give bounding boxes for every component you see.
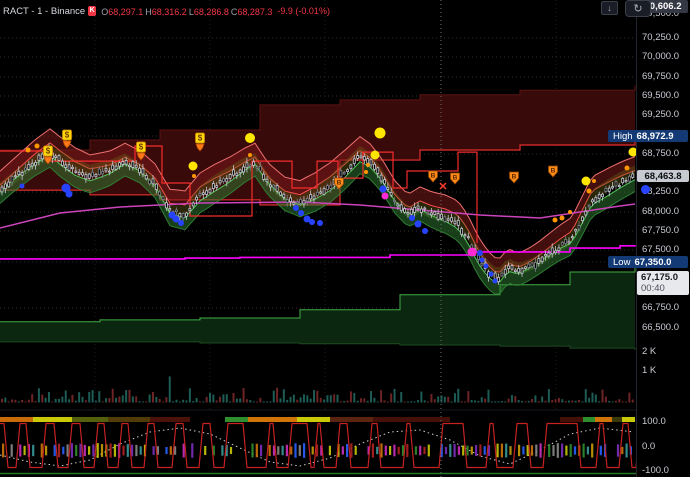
marker-dot (415, 221, 422, 228)
marker-dot (189, 162, 198, 171)
low-price-badge: Low67,350.0 (608, 256, 688, 268)
price-axis-label: 68,000.0 (642, 207, 679, 217)
marker-dot (298, 210, 304, 216)
price-axis-label: 100.0 (642, 417, 666, 427)
broker-flag-icon: K (88, 6, 96, 16)
svg-text:B: B (512, 174, 517, 181)
marker-dot (192, 174, 196, 178)
price-axis-label: -100.0 (642, 466, 669, 476)
price-axis-label: 68,750.0 (642, 149, 679, 159)
price-axis-label: 67,500.0 (642, 245, 679, 255)
svg-text:B: B (551, 168, 556, 175)
svg-text:B: B (431, 173, 436, 180)
price-axis-label: 70,250.0 (642, 33, 679, 43)
marker-dot (26, 148, 31, 153)
arrow-down-button[interactable]: ↓ (601, 1, 618, 15)
symbol-title[interactable]: RACT - 1 - Binance (3, 6, 85, 17)
marker-dot (35, 144, 40, 149)
marker-dot (480, 258, 485, 263)
price-axis-label: 66,500.0 (642, 323, 679, 333)
legend-change: -9.9 (-0.01%) (277, 6, 330, 16)
svg-text:$: $ (198, 134, 203, 143)
price-axis-label: 2 K (642, 347, 656, 357)
marker-dot (468, 248, 477, 257)
marker-dot (317, 220, 323, 226)
marker-dot (493, 279, 498, 284)
marker-dot (422, 228, 428, 234)
price-axis[interactable]: 70,500.070,250.070,000.069,750.069,500.0… (636, 0, 690, 477)
price-axis-label: 70,000.0 (642, 52, 679, 62)
ohlc-value: 68,316.2 (152, 7, 187, 17)
svg-text:B: B (453, 175, 458, 182)
marker-dot (477, 250, 483, 256)
marker-dot (553, 218, 558, 223)
marker-dot (366, 163, 370, 167)
price-axis-label: 69,750.0 (642, 72, 679, 82)
high-price-badge: High68,972.9 (608, 130, 688, 142)
marker-dot (568, 210, 572, 214)
svg-text:$: $ (46, 147, 51, 156)
marker-dot (382, 193, 389, 200)
marker-dot (587, 189, 592, 194)
svg-text:$: $ (65, 131, 70, 140)
price-axis-label: 67,750.0 (642, 226, 679, 236)
ohlc-value: 68,286.8 (194, 7, 229, 17)
marker-dot (178, 220, 184, 226)
marker-dot (371, 151, 380, 160)
marker-dot (489, 272, 494, 277)
marker-dot (375, 128, 386, 139)
marker-dot (629, 148, 637, 157)
marker-dot (293, 205, 299, 211)
cross-marker (440, 183, 446, 189)
price-axis-label: 66,750.0 (642, 303, 679, 313)
marker-dot (592, 179, 596, 183)
price-axis-label: 1 K (642, 366, 656, 376)
marker-dot (625, 166, 630, 171)
marker-dot (248, 153, 252, 157)
price-axis-label: 69,500.0 (642, 91, 679, 101)
marker-dot (582, 177, 591, 186)
price-axis-label: 69,250.0 (642, 110, 679, 120)
svg-text:B: B (337, 180, 342, 187)
marker-dot (20, 184, 25, 189)
price-axis-label: 0.0 (642, 442, 655, 452)
last-price-badge: 68,463.8 (637, 170, 689, 182)
trading-chart-window: $$$$BBBBB 70,500.070,250.070,000.069,750… (0, 0, 690, 477)
marker-dot (484, 264, 489, 269)
marker-dot (364, 170, 368, 174)
marker-dot (245, 133, 255, 143)
marker-dot (380, 186, 387, 193)
marker-dot (66, 191, 73, 198)
countdown-badge: 67,175.000:40 (637, 271, 689, 295)
chart-canvas[interactable]: $ $ $ $ B B B B B (0, 0, 636, 477)
marker-dot (309, 219, 315, 225)
marker-dot (641, 185, 650, 194)
marker-dot (409, 215, 415, 221)
ohlc-value: 68,287.3 (237, 7, 272, 17)
svg-text:$: $ (139, 143, 144, 152)
volume-bars (2, 376, 633, 402)
legend-ohlc: O68,297.1H68,316.2L68,286.8C68,287.3 (99, 2, 272, 20)
oscillator-pane (0, 410, 636, 474)
marker-dot (560, 216, 565, 221)
chart-legend: RACT - 1 - Binance K O68,297.1H68,316.2L… (3, 2, 330, 20)
reset-view-button[interactable]: ↻ (625, 0, 651, 17)
ohlc-value: 68,297.1 (108, 7, 143, 17)
